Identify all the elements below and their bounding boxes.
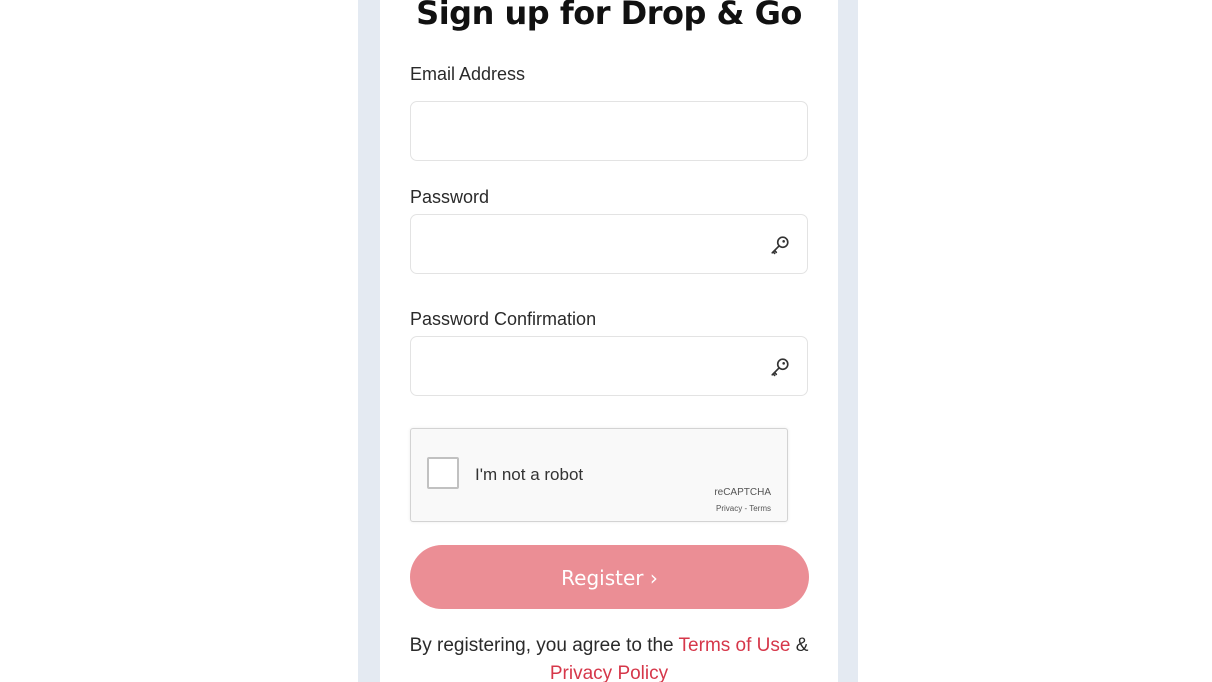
password-label: Password (410, 187, 490, 207)
agreement-connector: & (790, 635, 809, 656)
agreement-text: By registering, you agree to the Terms o… (380, 632, 838, 682)
email-input[interactable] (411, 102, 773, 160)
recaptcha-label: I'm not a robot (475, 465, 584, 484)
key-icon[interactable] (769, 234, 791, 256)
password-confirmation-input[interactable] (411, 337, 773, 395)
signup-card: Sign up for Drop & Go Email Address Pass… (380, 0, 838, 682)
terms-of-use-link[interactable]: Terms of Use (679, 635, 791, 656)
email-label: Email Address (410, 64, 526, 84)
password-field[interactable] (410, 214, 808, 274)
recaptcha-brand: reCAPTCHA (714, 487, 771, 498)
password-confirmation-field[interactable] (410, 336, 808, 396)
password-confirmation-label: Password Confirmation (410, 309, 597, 329)
email-field[interactable] (410, 101, 808, 161)
page-title: Sign up for Drop & Go (416, 0, 802, 32)
recaptcha-terms-link[interactable]: Terms (749, 504, 771, 513)
key-icon[interactable] (769, 356, 791, 378)
recaptcha-privacy-link[interactable]: Privacy (716, 504, 742, 513)
privacy-policy-link[interactable]: Privacy Policy (550, 663, 668, 682)
password-input[interactable] (411, 215, 773, 273)
recaptcha-links: Privacy - Terms (716, 504, 771, 513)
register-button[interactable]: Register › (410, 545, 809, 609)
recaptcha-checkbox[interactable] (427, 457, 459, 489)
agreement-prefix: By registering, you agree to the (409, 635, 679, 656)
recaptcha-widget: I'm not a robot reCAPTCHA Privacy - Term… (410, 428, 788, 522)
